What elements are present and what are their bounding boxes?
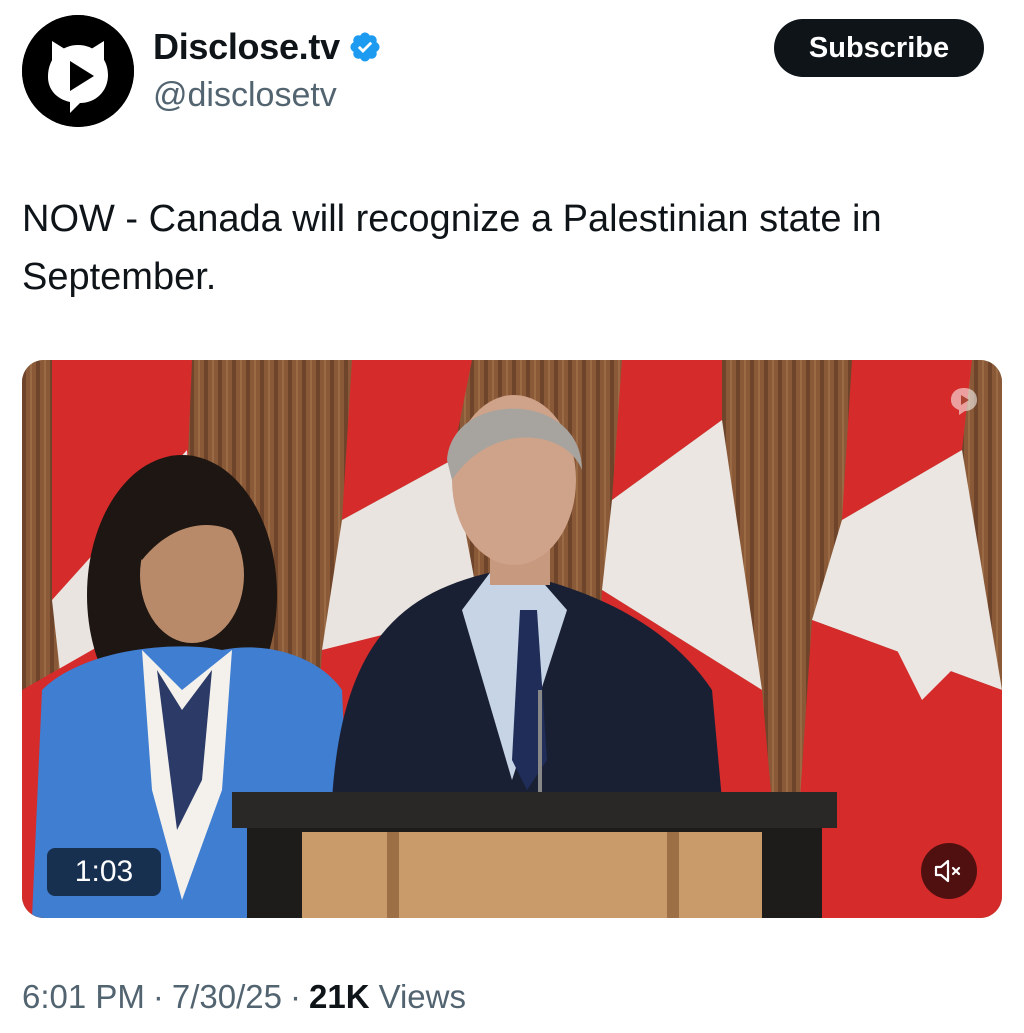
tweet-date[interactable]: 7/30/25 — [172, 978, 282, 1016]
author-handle[interactable]: @disclosetv — [153, 76, 337, 115]
views-count[interactable]: 21K — [309, 978, 370, 1016]
verified-badge-icon — [350, 32, 380, 62]
meta-separator: · — [152, 978, 164, 1015]
speaker-muted-icon — [934, 859, 961, 883]
tweet-time[interactable]: 6:01 PM — [22, 978, 145, 1016]
avatar[interactable] — [22, 15, 134, 127]
video-player[interactable]: 1:03 — [22, 360, 1002, 918]
podium — [232, 792, 837, 918]
disclose-logo-icon — [22, 15, 134, 127]
tweet-text: NOW - Canada will recognize a Palestinia… — [22, 198, 882, 298]
meta-separator: · — [290, 978, 302, 1015]
video-frame — [22, 360, 1002, 918]
subscribe-button[interactable]: Subscribe — [774, 19, 984, 77]
views-label[interactable]: Views — [379, 978, 466, 1016]
mute-button[interactable] — [921, 843, 977, 899]
video-duration-badge: 1:03 — [47, 848, 161, 896]
display-name[interactable]: Disclose.tv — [153, 26, 340, 68]
disclose-watermark-icon — [951, 388, 977, 415]
tweet-meta: 6:01 PM · 7/30/25 · 21K Views — [22, 978, 466, 1016]
